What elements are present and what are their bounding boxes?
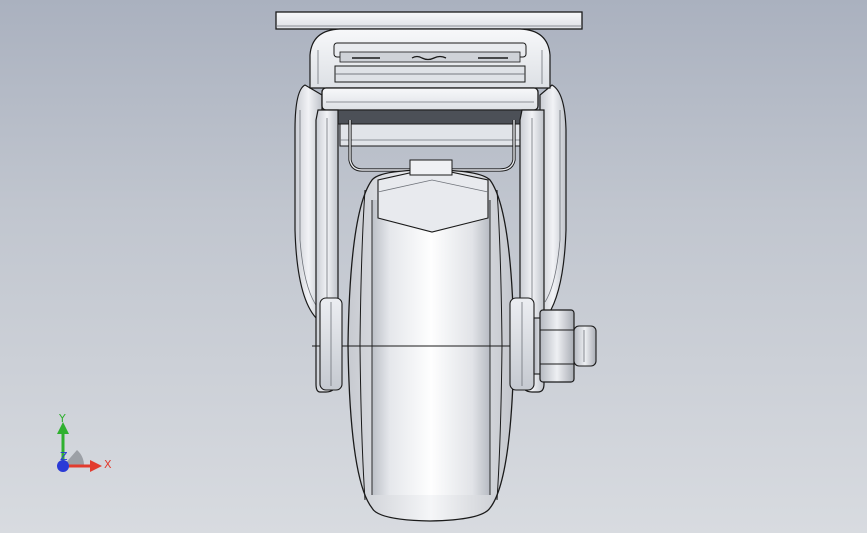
caster-model[interactable] [0, 0, 867, 533]
triad-y-label: Y [58, 412, 66, 425]
hub-spacer-left [319, 297, 343, 391]
triad-z-label: Z [60, 450, 68, 463]
top-mounting-plate [275, 11, 583, 30]
graphics-viewport[interactable]: Y X Z [0, 0, 867, 533]
hub-spacer-right [509, 297, 535, 391]
axle-nut [533, 309, 597, 383]
triad-x-label: X [104, 458, 112, 471]
swivel-head [309, 28, 551, 89]
orientation-triad: Y X Z [57, 412, 112, 472]
bearing-housing [321, 87, 539, 147]
triad-x-arrow [90, 460, 102, 472]
